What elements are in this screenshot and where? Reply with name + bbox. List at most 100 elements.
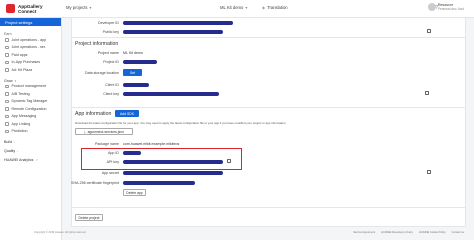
app-info-card: App information Add SDK Download the lat… <box>71 107 466 215</box>
sidebar-item-label: Remote Configuration <box>11 106 47 111</box>
developer-id-label: Developer ID <box>98 21 119 25</box>
sidebar-item-joint-ops-ser[interactable]: Joint operations - ser. <box>0 44 61 52</box>
app-selector[interactable]: ML Kit demo ▾ <box>220 5 247 10</box>
external-link-icon: ↗ <box>35 158 38 162</box>
data-storage-label: Data storage location <box>85 71 119 75</box>
sidebar-item-label: HUAWEI Analytics <box>4 158 34 162</box>
sidebar-item-label: In-App Purchases <box>11 60 41 65</box>
sidebar-item-remote-config[interactable]: Remote Configuration <box>0 105 61 113</box>
sidebar-item-label: Prediction <box>11 129 28 134</box>
chevron-down-icon: ▾ <box>89 5 92 10</box>
sha-value <box>123 181 195 185</box>
config-icon <box>5 107 9 111</box>
sidebar-group-label: Build <box>4 140 12 144</box>
paid-apps-icon <box>5 53 9 57</box>
chevron-right-icon: › <box>14 140 15 144</box>
chevron-right-icon: › <box>17 149 19 153</box>
purchase-icon <box>5 60 9 64</box>
project-selector-label: My projects <box>66 5 88 10</box>
package-name-label: Package name <box>95 142 119 146</box>
download-config-button[interactable]: ⤓ agconnect-services.json <box>75 128 133 135</box>
appgallery-logo-icon <box>6 4 15 13</box>
user-role: Personal dev. Acct <box>437 7 464 12</box>
link-icon <box>5 122 9 126</box>
config-hint: Download the latest configuration file f… <box>75 121 287 125</box>
translation-link[interactable]: ◈ Translation <box>262 5 288 10</box>
delete-app-button[interactable]: Delete app <box>123 189 146 196</box>
joint-operations-icon <box>5 45 9 49</box>
sidebar-item-label: A/B Testing <box>11 91 30 96</box>
brand-title: AppGallery Connect <box>18 3 43 14</box>
footer-link-cookie[interactable]: HUAWEI Cookie Policy <box>419 231 446 234</box>
copy-icon[interactable] <box>425 91 429 95</box>
footer-links: Service Agreement HUAWEI Developer priva… <box>353 231 464 234</box>
client-id-label: Client ID <box>105 83 119 87</box>
sidebar-item-label: Ad: Kit Plaza <box>11 67 33 72</box>
app-window: AppGallery Connect My projects ▾ ML Kit … <box>0 0 474 240</box>
section-title: Project information <box>75 41 119 47</box>
sidebar-item-label: Joint operations - ser. <box>11 45 46 50</box>
translation-label: Translation <box>267 5 288 10</box>
sidebar-item-dtm[interactable]: Dynamic Tag Manager <box>0 98 61 106</box>
copy-icon[interactable] <box>227 159 231 163</box>
public-key-label: Public key <box>102 30 119 34</box>
sidebar-item-joint-ops-app[interactable]: Joint operations - app <box>0 36 61 44</box>
app-id-label: App ID <box>108 151 119 155</box>
ab-testing-icon <box>5 92 9 96</box>
client-id-value <box>123 83 149 87</box>
project-name-value: ML Kit demo <box>123 51 144 55</box>
avatar <box>427 3 436 12</box>
sidebar-item-label: Product management <box>11 84 46 89</box>
app-secret-label: App secret <box>101 171 119 175</box>
sha-label: SHA-256 certificate fingerprint <box>71 181 119 185</box>
delete-project-button[interactable]: Delete project <box>75 214 103 221</box>
sidebar-item-label: Joint operations - app <box>11 37 47 42</box>
sidebar-item-app-linking[interactable]: App Linking <box>0 120 61 128</box>
tag-icon <box>5 99 9 103</box>
ad-icon <box>5 68 9 72</box>
translation-icon: ◈ <box>262 5 266 10</box>
sidebar-item-label: App Messaging <box>11 114 37 119</box>
project-id-value <box>123 60 157 64</box>
sidebar-item-app-messaging[interactable]: App Messaging <box>0 113 61 121</box>
sidebar-item-label: Paid apps <box>11 52 28 57</box>
main-content: Developer ID Public key Project informat… <box>64 17 474 240</box>
message-icon <box>5 114 9 118</box>
user-menu[interactable]: Resource Personal dev. Acct <box>427 3 464 12</box>
project-selector[interactable]: My projects ▾ <box>66 5 91 10</box>
sidebar-item-label: Dynamic Tag Manager <box>11 99 48 104</box>
copyright-text: Copyright © 2019 Huawei. All rights rese… <box>34 231 87 234</box>
footer-link-service-agreement[interactable]: Service Agreement <box>353 231 375 234</box>
app-id-value <box>123 151 141 155</box>
download-icon: ⤓ <box>84 129 86 134</box>
sidebar-group-label: Grow <box>4 78 13 83</box>
joint-operations-icon <box>5 38 9 42</box>
footer-link-privacy[interactable]: HUAWEI Developer privacy <box>381 231 413 234</box>
copy-icon[interactable] <box>427 29 431 33</box>
add-sdk-button[interactable]: Add SDK <box>115 110 139 117</box>
footer-link-contact[interactable]: Contact us <box>452 231 464 234</box>
set-storage-button[interactable]: Set <box>123 69 142 76</box>
sidebar-item-prediction[interactable]: Prediction <box>0 128 61 136</box>
project-id-label: Project ID <box>103 60 119 64</box>
delete-project-card: Delete project <box>71 207 466 227</box>
download-config-label: agconnect-services.json <box>87 129 124 134</box>
api-key-value <box>123 160 223 164</box>
app-selector-label: ML Kit demo <box>220 5 244 10</box>
client-key-label: Client key <box>103 92 119 96</box>
sidebar-group-label: Quality <box>4 149 16 153</box>
developer-id-value <box>123 21 233 25</box>
client-key-value <box>123 92 219 96</box>
chevron-down-icon: ▾ <box>14 78 17 83</box>
prediction-icon <box>5 129 9 133</box>
user-info: Resource Personal dev. Acct <box>438 3 464 12</box>
public-key-value <box>123 30 223 34</box>
sidebar-item-label: App Linking <box>11 121 31 126</box>
product-icon <box>5 84 9 88</box>
copy-icon[interactable] <box>427 170 431 174</box>
package-name-value: com.huawei.mlkit.example.mlkiteos <box>123 142 180 146</box>
top-bar: AppGallery Connect My projects ▾ ML Kit … <box>0 0 474 18</box>
api-key-label: API key <box>106 160 119 164</box>
chevron-down-icon: ▾ <box>245 5 248 10</box>
section-title: App information <box>75 111 112 117</box>
